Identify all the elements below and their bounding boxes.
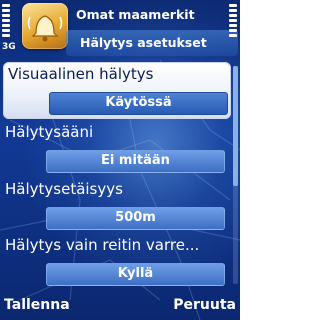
setting-alarm-distance[interactable]: Hälytysetäisyys 500m bbox=[0, 177, 232, 234]
page-title: Hälytys asetukset bbox=[80, 35, 207, 50]
setting-value-box[interactable]: Kyllä bbox=[46, 263, 225, 286]
setting-value-box[interactable]: Ei mitään bbox=[46, 150, 225, 173]
setting-alarm-route-only[interactable]: Hälytys vain reitin varre... Kyllä bbox=[0, 233, 232, 290]
app-title: Omat maamerkit bbox=[76, 7, 195, 22]
setting-value-box[interactable]: 500m bbox=[46, 207, 225, 230]
setting-alarm-sound[interactable]: Hälytysääni Ei mitään bbox=[0, 120, 232, 177]
save-softkey[interactable]: Tallenna bbox=[4, 297, 70, 313]
network-type-label: 3G bbox=[2, 42, 16, 52]
header: 3G Omat maamerkit Hälytys asetukset bbox=[0, 0, 240, 62]
setting-value-box[interactable]: Käytössä bbox=[49, 92, 228, 115]
setting-value: Käytössä bbox=[105, 95, 172, 110]
settings-list: Visuaalinen hälytys Käytössä Hälytysääni… bbox=[0, 62, 240, 290]
setting-label: Hälytys vain reitin varre... bbox=[5, 236, 200, 254]
softkey-bar: Tallenna Peruuta bbox=[0, 294, 240, 320]
setting-value: Kyllä bbox=[117, 266, 154, 281]
setting-label: Visuaalinen hälytys bbox=[8, 65, 154, 83]
cancel-softkey[interactable]: Peruuta bbox=[173, 297, 236, 313]
setting-label: Hälytysetäisyys bbox=[5, 180, 123, 198]
setting-label: Hälytysääni bbox=[5, 123, 94, 141]
setting-value: Ei mitään bbox=[101, 153, 170, 168]
setting-visual-alarm[interactable]: Visuaalinen hälytys Käytössä bbox=[3, 62, 231, 119]
alarm-bell-icon bbox=[22, 3, 68, 49]
battery-level-icon bbox=[229, 4, 237, 44]
scrollbar[interactable] bbox=[233, 66, 238, 284]
setting-value: 500m bbox=[115, 210, 156, 225]
screen: 3G Omat maamerkit Hälytys asetukset Visu… bbox=[0, 0, 240, 320]
signal-strength-icon bbox=[2, 4, 10, 44]
scrollbar-thumb[interactable] bbox=[233, 66, 238, 186]
